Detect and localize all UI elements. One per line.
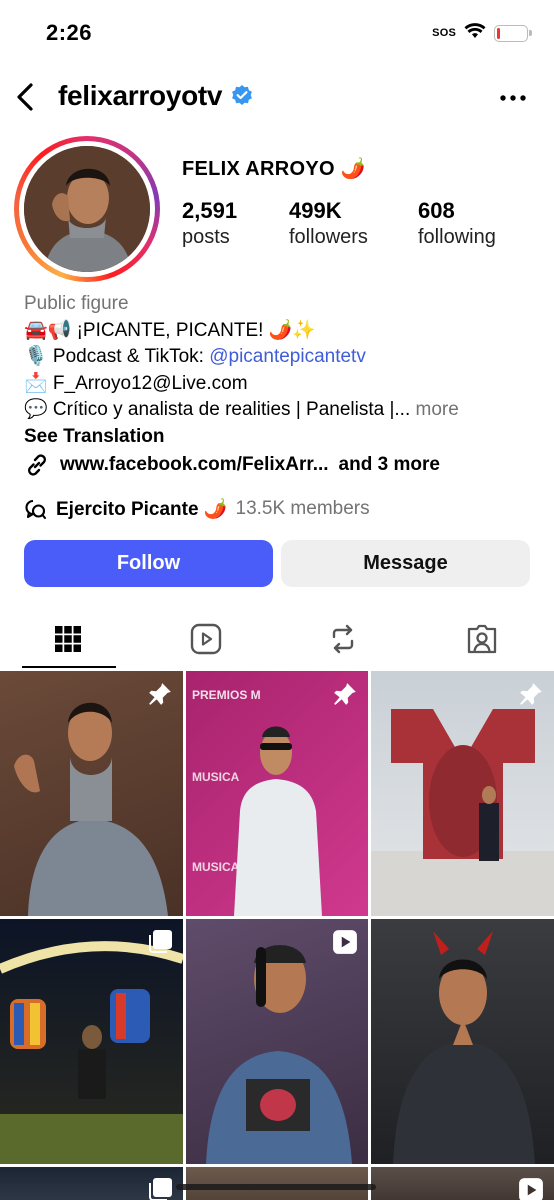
post-thumbnail (14, 702, 168, 916)
status-indicators: SOS (432, 22, 532, 44)
sos-indicator: SOS (432, 27, 456, 39)
chevron-left-icon (17, 83, 33, 111)
tab-reels[interactable] (160, 608, 252, 670)
grid-post[interactable] (371, 671, 554, 916)
tab-tagged[interactable] (436, 608, 528, 670)
see-translation-link[interactable]: See Translation (24, 424, 530, 451)
reel-icon (333, 930, 357, 954)
more-links[interactable]: and 3 more (339, 454, 440, 476)
reel-icon (519, 1178, 543, 1200)
broadcast-channel[interactable]: Ejercito Picante 🌶️ 13.5K members (24, 497, 370, 521)
bio-line-4: 💬 Crítico y analista de realities | Pane… (24, 397, 530, 424)
carousel-icon (149, 1178, 172, 1200)
bio-line-1: 🚘📢 ¡PICANTE, PICANTE! 🌶️✨ (24, 319, 317, 341)
post-thumbnail: PREMIOS M MUSICA MUSICA (192, 688, 322, 916)
bio-description: 💬 Crítico y analista de realities | Pane… (24, 399, 411, 420)
grid-post[interactable] (186, 919, 368, 1164)
battery-icon (494, 24, 532, 42)
post-thumbnail (0, 941, 183, 1164)
svg-text:MUSICA: MUSICA (192, 770, 240, 784)
tab-reposts[interactable] (297, 608, 389, 670)
channel-members: 13.5K members (235, 498, 370, 519)
more-options-button[interactable] (498, 86, 528, 110)
avatar (24, 146, 150, 272)
carousel-icon (149, 930, 172, 953)
posts-grid: PREMIOS M MUSICA MUSICA (0, 671, 554, 1200)
content-tabs (0, 608, 554, 670)
post-thumbnail (393, 931, 535, 1164)
followers-label: followers (289, 226, 368, 248)
pin-icon (149, 683, 171, 705)
stat-posts[interactable]: 2,591 posts (182, 198, 289, 249)
post-thumbnail (206, 945, 352, 1164)
username-title: felixarroyotv (58, 80, 254, 112)
svg-text:MUSICA: MUSICA (192, 860, 240, 874)
svg-text:PREMIOS M: PREMIOS M (192, 688, 261, 702)
verified-badge-icon (232, 85, 253, 105)
profile-stats: 2,591 posts 499K followers 608 following (182, 198, 496, 249)
display-name: FELIX ARROYO 🌶️ (182, 158, 366, 180)
pin-icon (334, 683, 356, 705)
bio-email: 📩 F_Arroyo12@Live.com (24, 372, 248, 394)
pin-icon (520, 683, 542, 705)
wifi-icon (464, 22, 486, 44)
posts-label: posts (182, 226, 230, 248)
stat-followers[interactable]: 499K followers (289, 198, 418, 249)
grid-post[interactable]: PREMIOS M MUSICA MUSICA (186, 671, 368, 916)
grid-post[interactable] (371, 1167, 554, 1200)
active-tab-indicator (22, 666, 116, 668)
grid-post[interactable] (0, 1167, 183, 1200)
reposts-icon (332, 624, 354, 654)
following-label: following (418, 226, 496, 248)
avatar-story-ring[interactable] (14, 136, 160, 282)
grid-post[interactable] (0, 919, 183, 1164)
link-icon (28, 454, 46, 476)
grid-icon (55, 626, 81, 652)
external-links[interactable]: www.facebook.com/FelixArr... and 3 more (24, 452, 440, 478)
bio-more-link[interactable]: more (410, 399, 459, 420)
tagged-icon (467, 624, 497, 654)
follow-button[interactable]: Follow (24, 540, 273, 587)
bio-line-2: 🎙️ Podcast & TikTok: @picantepicantetv (24, 344, 530, 371)
mention-link[interactable]: @picantepicantetv (209, 346, 366, 367)
following-count: 608 (418, 198, 455, 223)
tab-posts[interactable] (22, 608, 114, 670)
username: felixarroyotv (58, 80, 223, 111)
grid-post[interactable] (0, 671, 183, 916)
status-time: 2:26 (46, 20, 93, 45)
profile-category: Public figure (24, 293, 129, 314)
status-bar: 2:26 SOS (0, 0, 554, 66)
stat-following[interactable]: 608 following (418, 198, 496, 249)
external-link-url[interactable]: www.facebook.com/FelixArr... (60, 454, 329, 476)
post-thumbnail (371, 709, 554, 916)
broadcast-channel-icon (25, 499, 47, 520)
message-button[interactable]: Message (281, 540, 530, 587)
grid-post[interactable] (371, 919, 554, 1164)
back-button[interactable] (10, 80, 40, 114)
followers-count: 499K (289, 198, 342, 223)
bio: Public figure 🚘📢 ¡PICANTE, PICANTE! 🌶️✨ … (24, 291, 530, 450)
posts-count: 2,591 (182, 198, 238, 223)
profile-header: felixarroyotv (0, 72, 554, 124)
reels-icon (190, 623, 222, 655)
channel-name: Ejercito Picante 🌶️ (56, 499, 228, 520)
home-indicator (176, 1184, 376, 1190)
more-horizontal-icon (500, 95, 526, 101)
bio-podcast-text: 🎙️ Podcast & TikTok: (24, 346, 210, 367)
